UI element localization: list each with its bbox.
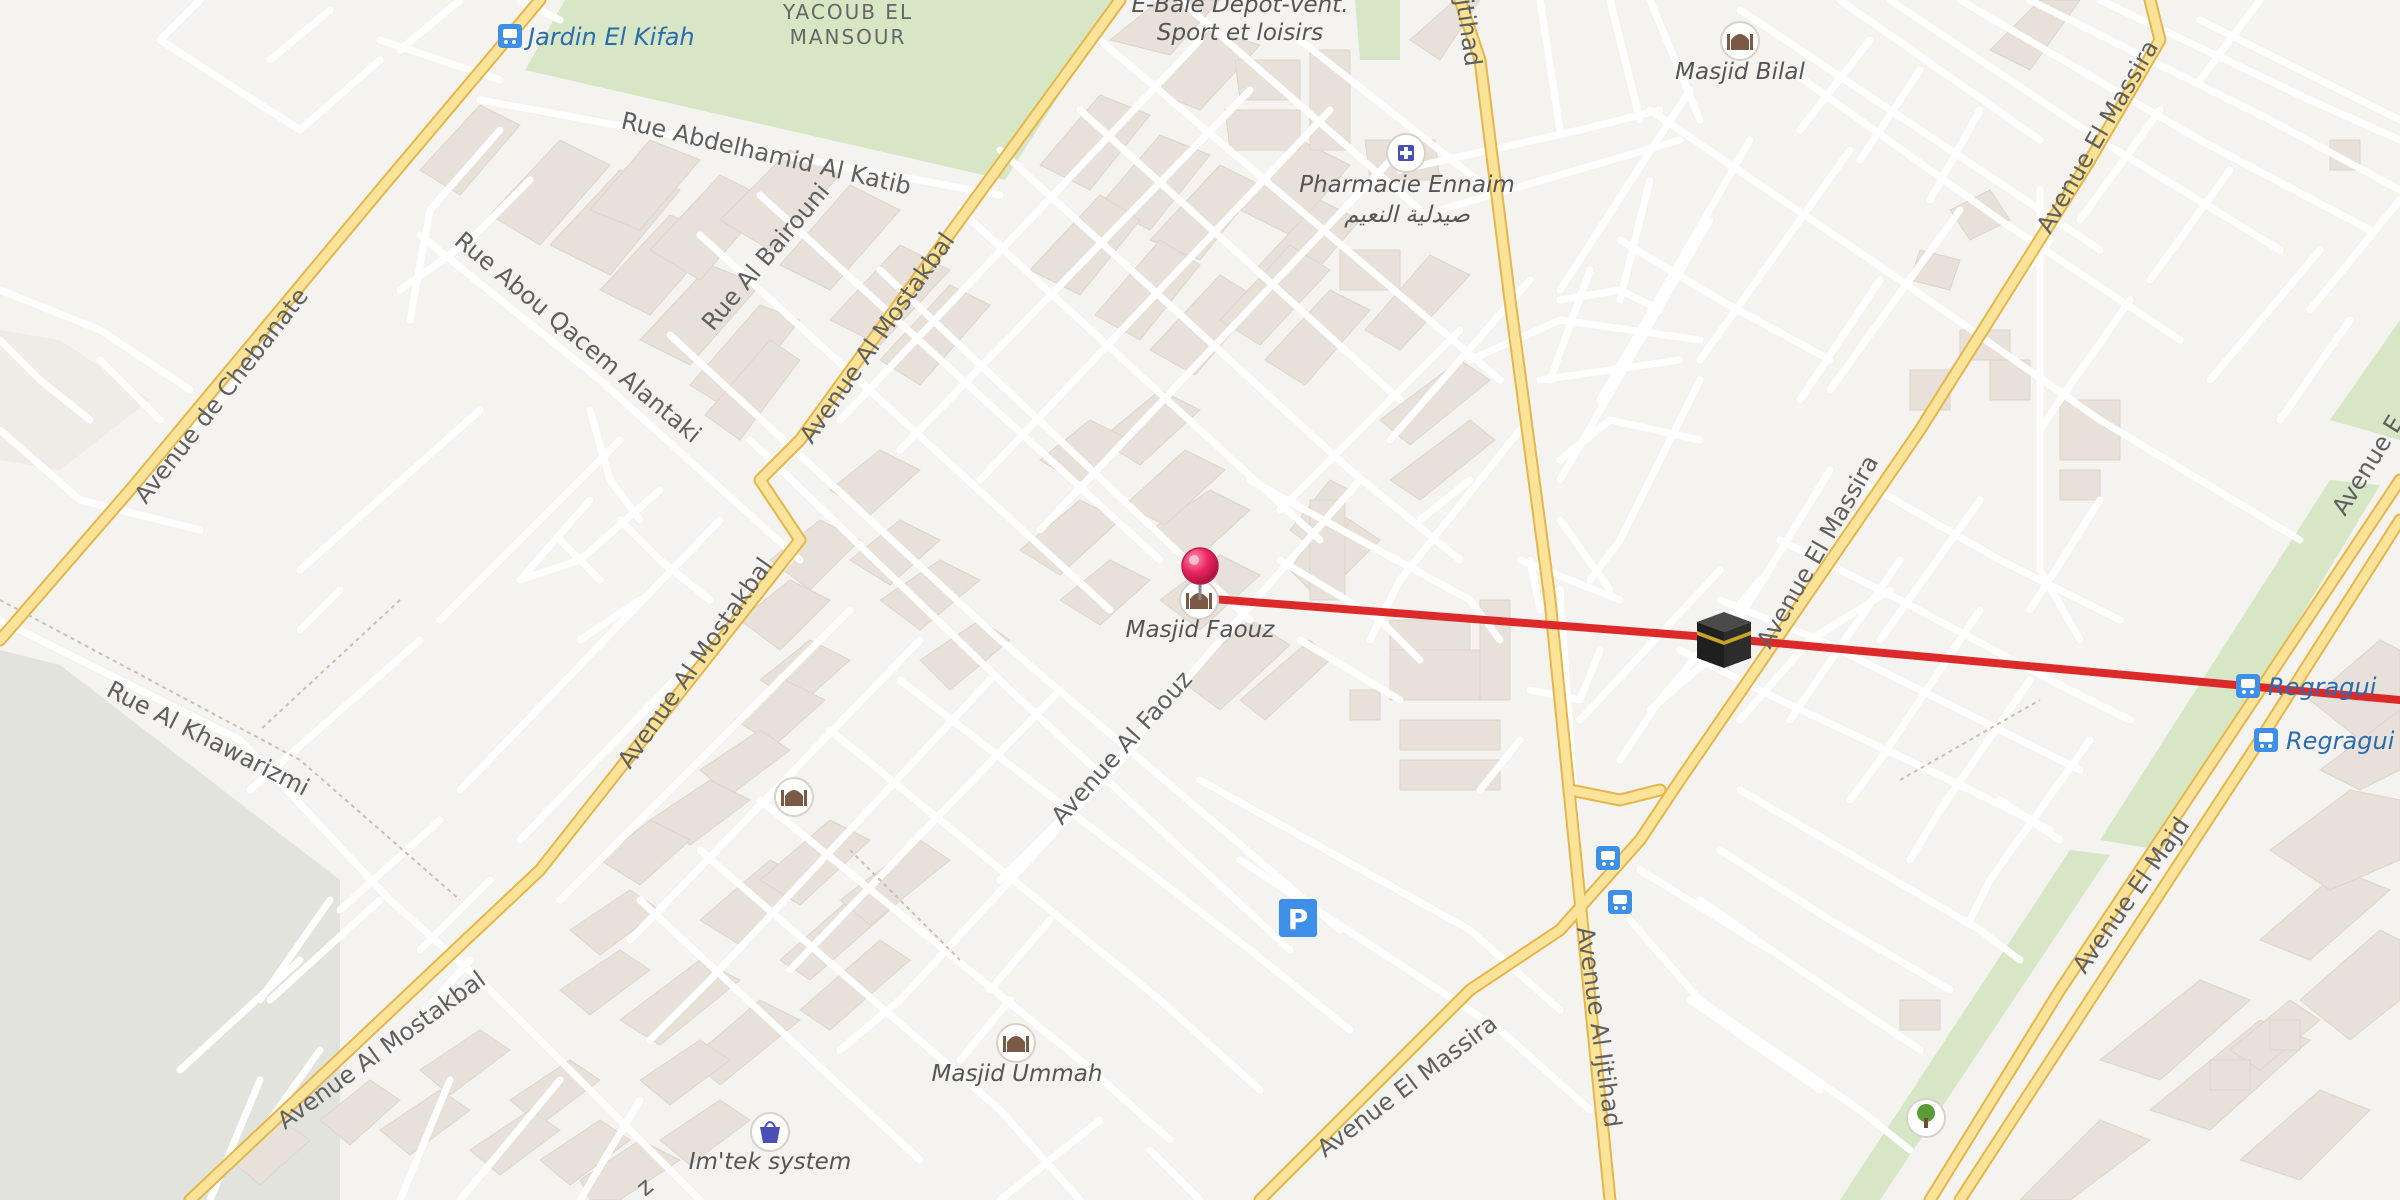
area-label-yacoub-line2: MANSOUR (790, 25, 907, 49)
poi-label-regragui-1: Regragui (2268, 673, 2377, 701)
poi-label-masjid-bilal: Masjid Bilal (1675, 59, 1805, 85)
area-label-yacoub-line1: YACOUB EL (782, 0, 913, 24)
poi-label-ebale-line2: Sport et loisirs (1157, 20, 1323, 46)
poi-masjid-ummah[interactable] (996, 1023, 1036, 1063)
parking-label: P (1288, 903, 1309, 936)
poi-label-masjid-ummah: Masjid Ummah (932, 1061, 1103, 1087)
poi-label-pharmacie-arabic: صيدلية النعيم (1344, 202, 1470, 228)
park-strip-north (1355, 0, 1400, 60)
location-pin-icon (1181, 547, 1219, 585)
poi-label-pharmacie-ennaim: Pharmacie Ennaim (1299, 172, 1515, 198)
poi-park-tree[interactable] (1906, 1098, 1946, 1138)
poi-label-imtek-system: Im'tek system (689, 1149, 851, 1175)
bus-stop-regragui-2[interactable] (2254, 728, 2278, 752)
qibla-kaaba-marker[interactable] (1697, 612, 1751, 668)
map-canvas[interactable]: YACOUB EL MANSOUR Rue Abdelhamid Al Kati… (0, 0, 2400, 1200)
poi-imtek-system[interactable] (750, 1112, 790, 1152)
poi-label-jardin-el-kifah: Jardin El Kifah (524, 23, 695, 51)
poi-label-masjid-faouz: Masjid Faouz (1126, 617, 1276, 643)
bus-stop-ijtihad-1[interactable] (1596, 846, 1620, 870)
poi-mosque-unnamed[interactable] (774, 777, 814, 817)
bus-stop-regragui-1[interactable] (2236, 674, 2260, 698)
poi-label-ebale-line1: E-Bale Depot-vent. (1131, 0, 1348, 18)
poi-pharmacie-ennaim[interactable] (1386, 133, 1426, 173)
bus-stop-ijtihad-2[interactable] (1608, 890, 1632, 914)
pharmacy-icon (1398, 145, 1414, 161)
kaaba-icon (1697, 612, 1751, 668)
map-svg[interactable]: YACOUB EL MANSOUR Rue Abdelhamid Al Kati… (0, 0, 2400, 1200)
poi-parking[interactable]: P (1279, 899, 1317, 937)
bus-stop-jardin[interactable] (498, 24, 522, 48)
poi-label-regragui-2: Regragui (2286, 727, 2395, 755)
poi-masjid-bilal[interactable] (1720, 21, 1760, 61)
